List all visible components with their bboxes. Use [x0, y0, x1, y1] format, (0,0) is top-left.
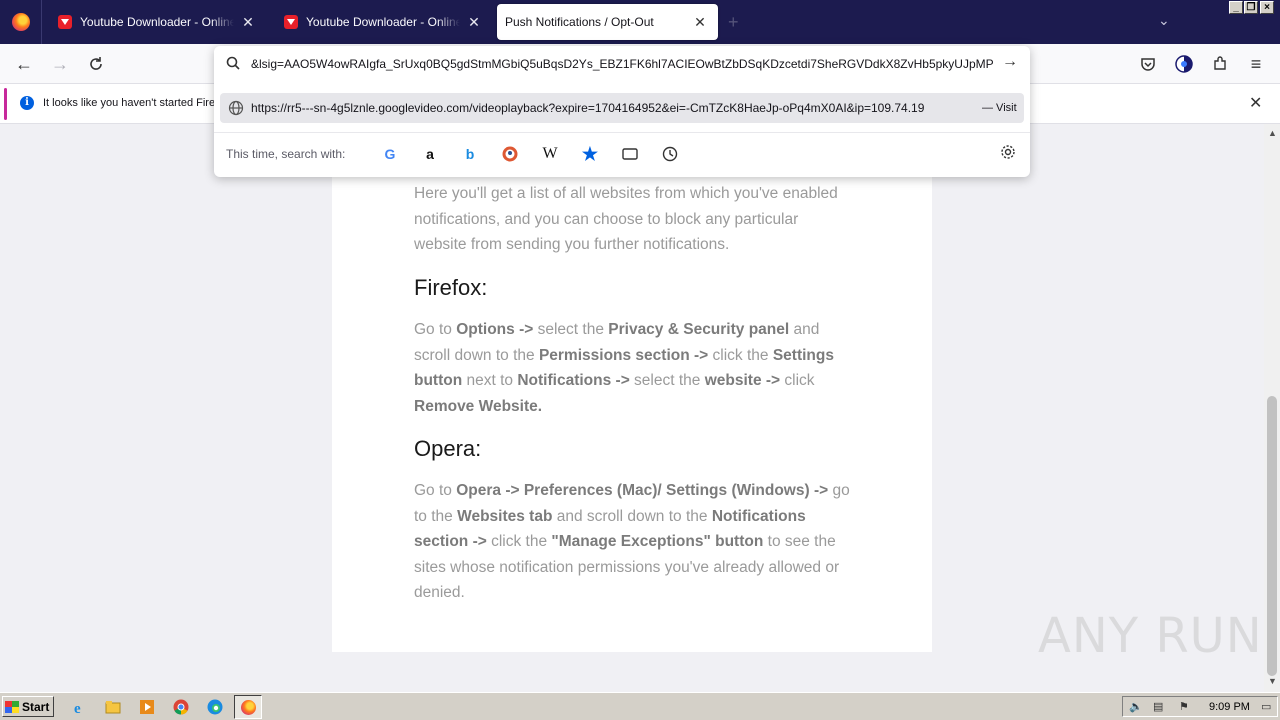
scroll-up-arrow-icon[interactable]: ▲: [1268, 128, 1277, 138]
page-viewport: Here you'll get a list of all websites f…: [0, 124, 1264, 692]
explorer-icon[interactable]: [103, 697, 123, 717]
start-button[interactable]: Start: [2, 696, 54, 717]
wikipedia-icon[interactable]: W: [539, 143, 561, 165]
dark-mode-extension-icon[interactable]: [1174, 54, 1194, 74]
reload-icon[interactable]: [86, 54, 106, 74]
search-engine-bar: This time, search with: G a b W ★: [214, 132, 1030, 176]
ie-icon[interactable]: e: [70, 697, 90, 717]
bookmarks-star-icon[interactable]: ★: [579, 143, 601, 165]
media-player-icon[interactable]: [137, 697, 157, 717]
anyrun-watermark: ANY RUN: [1038, 608, 1263, 664]
search-with-label: This time, search with:: [226, 147, 346, 161]
clock: 9:09 PM: [1209, 701, 1250, 713]
urlbar-dropdown: &lsig=AAO5W4owRAIgfa_SrUxq0BQ5gdStmMGbiQ…: [214, 46, 1030, 177]
hamburger-menu-icon[interactable]: ≡: [1246, 54, 1266, 74]
firefox-heading: Firefox:: [414, 275, 488, 300]
edge-icon[interactable]: [205, 697, 225, 717]
notification-message: It looks like you haven't started Fire: [43, 97, 216, 109]
minimize-button[interactable]: _: [1229, 1, 1243, 14]
close-icon[interactable]: ✕: [692, 14, 708, 31]
scrollbar-thumb[interactable]: [1267, 396, 1277, 676]
search-icon: [226, 56, 240, 75]
scroll-down-arrow-icon[interactable]: ▼: [1268, 676, 1277, 686]
firefox-icon: [11, 13, 30, 31]
forward-arrow-icon[interactable]: →: [50, 54, 70, 74]
notification-accent: [4, 88, 7, 120]
google-icon[interactable]: G: [379, 143, 401, 165]
close-window-button[interactable]: ×: [1260, 1, 1274, 14]
tab-title: Push Notifications / Opt-Out: [505, 15, 654, 29]
tab-youtube-downloader-1[interactable]: Youtube Downloader - Online Youtube ✕: [46, 4, 266, 40]
tabs-icon[interactable]: [619, 143, 641, 165]
start-label: Start: [22, 699, 50, 714]
globe-icon: [228, 100, 244, 121]
system-tray: 🔈 ▤ ⚑ 9:09 PM ▭: [1122, 696, 1278, 717]
close-icon[interactable]: ✕: [240, 14, 256, 31]
amazon-icon[interactable]: a: [419, 143, 441, 165]
history-clock-icon[interactable]: [659, 143, 681, 165]
tab-title: Youtube Downloader - Online Youtube: [80, 15, 234, 29]
new-tab-button[interactable]: +: [728, 12, 739, 33]
opera-heading: Opera:: [414, 436, 482, 461]
flag-icon[interactable]: ⚑: [1179, 700, 1189, 713]
url-suggestion[interactable]: https://rr5---sn-4g5lznle.googlevideo.co…: [220, 93, 1024, 123]
tab-title: Youtube Downloader - Online Youtube: [306, 15, 460, 29]
gear-icon[interactable]: [1000, 144, 1016, 165]
tab-push-notifications[interactable]: Push Notifications / Opt-Out ✕: [497, 4, 718, 40]
back-arrow-icon[interactable]: ←: [14, 54, 34, 74]
tab-strip: Youtube Downloader - Online Youtube ✕ Yo…: [0, 0, 1280, 44]
svg-text:e: e: [74, 701, 81, 715]
volume-icon[interactable]: 🔈: [1129, 700, 1143, 713]
page-scrollbar[interactable]: ▲ ▼: [1264, 124, 1280, 692]
close-icon[interactable]: ✕: [1249, 93, 1262, 113]
chrome-icon[interactable]: [171, 697, 191, 717]
close-icon[interactable]: ✕: [466, 14, 482, 31]
info-icon: i: [20, 96, 34, 110]
youtube-downloader-favicon-icon: [284, 15, 298, 29]
url-input[interactable]: &lsig=AAO5W4owRAIgfa_SrUxq0BQ5gdStmMGbiQ…: [251, 57, 996, 71]
tab-youtube-downloader-2[interactable]: Youtube Downloader - Online Youtube ✕: [272, 4, 492, 40]
bing-icon[interactable]: b: [459, 143, 481, 165]
restore-button[interactable]: ❐: [1244, 1, 1258, 14]
suggestion-url: https://rr5---sn-4g5lznle.googlevideo.co…: [251, 101, 925, 115]
chevron-down-icon[interactable]: ⌄: [1158, 12, 1170, 29]
intro-paragraph: Here you'll get a list of all websites f…: [414, 185, 838, 253]
firefox-menu-button[interactable]: [0, 0, 42, 44]
firefox-instructions: Go to Options -> select the Privacy & Se…: [414, 321, 834, 415]
network-icon[interactable]: ▤: [1153, 700, 1163, 713]
content-card: Here you'll get a list of all websites f…: [332, 124, 932, 652]
extensions-puzzle-icon[interactable]: [1210, 54, 1230, 74]
duckduckgo-icon[interactable]: [499, 143, 521, 165]
windows-taskbar: Start e 🔈 ▤ ⚑ 9:09 PM ▭: [0, 692, 1280, 720]
firefox-icon[interactable]: [238, 697, 258, 717]
windows-logo-icon: [5, 700, 19, 713]
opera-instructions: Go to Opera -> Preferences (Mac)/ Settin…: [414, 482, 850, 601]
show-desktop-icon[interactable]: ▭: [1261, 700, 1271, 713]
pocket-icon[interactable]: [1138, 54, 1158, 74]
url-input-row[interactable]: &lsig=AAO5W4owRAIgfa_SrUxq0BQ5gdStmMGbiQ…: [214, 46, 1030, 82]
go-arrow-icon[interactable]: →: [1002, 53, 1018, 71]
youtube-downloader-favicon-icon: [58, 15, 72, 29]
visit-label: — Visit: [982, 102, 1017, 114]
